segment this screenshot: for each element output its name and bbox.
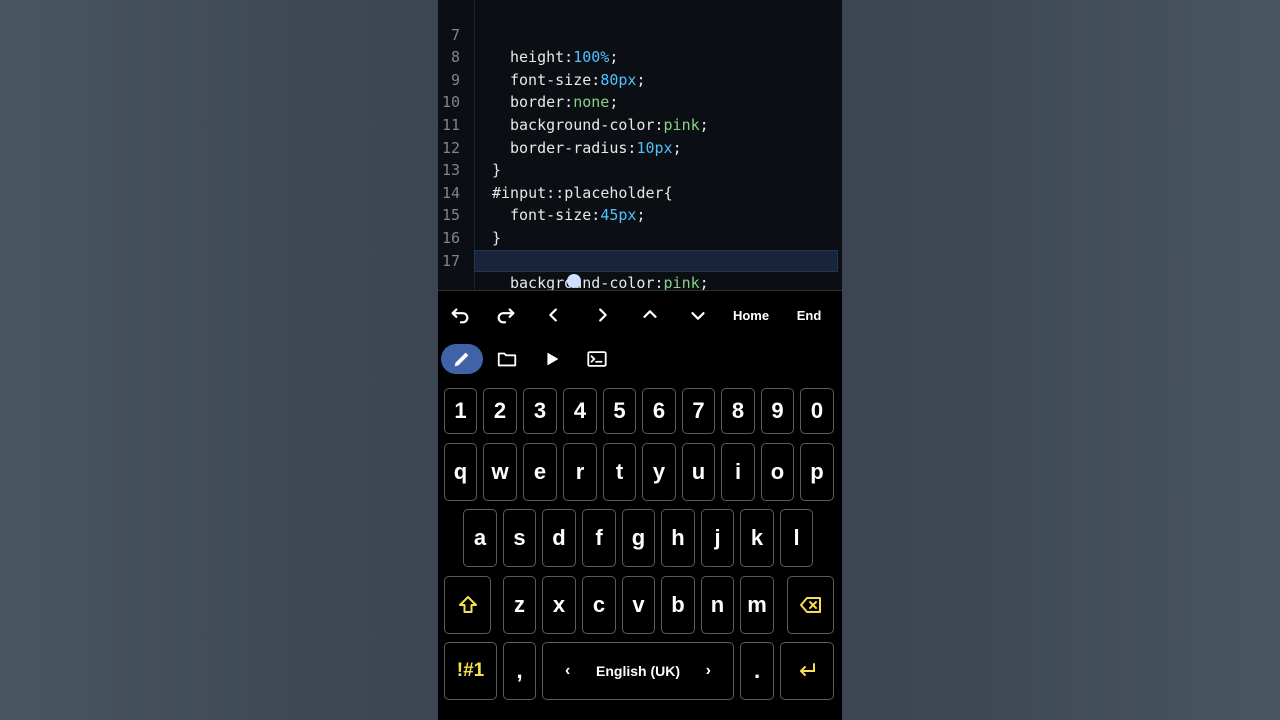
- key-k[interactable]: k: [740, 509, 774, 567]
- key-o[interactable]: o: [761, 443, 794, 501]
- end-button[interactable]: End: [780, 291, 838, 339]
- chevron-right-icon: [599, 308, 607, 322]
- key-6[interactable]: 6: [642, 388, 676, 434]
- chevron-up-icon: [643, 310, 657, 318]
- shift-key[interactable]: [444, 576, 491, 634]
- cursor-left-button[interactable]: [530, 291, 578, 339]
- key-t[interactable]: t: [603, 443, 636, 501]
- key-h[interactable]: h: [661, 509, 695, 567]
- navigation-toolbar: Home End: [438, 291, 842, 339]
- key-z[interactable]: z: [503, 576, 536, 634]
- key-8[interactable]: 8: [721, 388, 755, 434]
- files-button[interactable]: [493, 344, 521, 374]
- key-j[interactable]: j: [701, 509, 734, 567]
- language-prev-icon: ‹: [565, 662, 571, 679]
- enter-key[interactable]: [780, 642, 834, 700]
- language-next-icon: ›: [705, 662, 711, 679]
- key-y[interactable]: y: [642, 443, 676, 501]
- code-line[interactable]: 17 background-color:pink;: [438, 227, 842, 291]
- key-w[interactable]: w: [483, 443, 517, 501]
- key-c[interactable]: c: [582, 576, 616, 634]
- code-line[interactable]: 16 #text{: [438, 204, 842, 270]
- code-line[interactable]: 13 #input::placeholder{: [438, 137, 842, 202]
- redo-button[interactable]: [482, 291, 530, 339]
- terminal-icon: [587, 351, 607, 367]
- key-2[interactable]: 2: [483, 388, 517, 434]
- key-g[interactable]: g: [622, 509, 655, 567]
- code-line[interactable]: 14 font-size:45px;: [438, 159, 842, 225]
- key-7[interactable]: 7: [682, 388, 715, 434]
- play-icon: [547, 352, 559, 366]
- undo-button[interactable]: [438, 291, 482, 339]
- comma-key[interactable]: ,: [503, 642, 536, 700]
- key-v[interactable]: v: [622, 576, 655, 634]
- key-4[interactable]: 4: [563, 388, 597, 434]
- key-l[interactable]: l: [780, 509, 813, 567]
- key-p[interactable]: p: [800, 443, 834, 501]
- backspace-icon: [799, 597, 821, 613]
- key-m[interactable]: m: [740, 576, 774, 634]
- symbols-key[interactable]: !#1: [444, 642, 497, 700]
- key-i[interactable]: i: [721, 443, 755, 501]
- code-line[interactable]: 8 font-size:80px;: [438, 24, 842, 89]
- code-line[interactable]: 15 }: [438, 182, 842, 247]
- cursor-drag-handle[interactable]: [567, 274, 581, 288]
- code-line[interactable]: 12 }: [438, 114, 842, 180]
- key-u[interactable]: u: [682, 443, 715, 501]
- key-3[interactable]: 3: [523, 388, 557, 434]
- space-key[interactable]: ‹ English (UK) ›: [542, 642, 734, 700]
- key-e[interactable]: e: [523, 443, 557, 501]
- code-line-current[interactable]: 18 font-si: [438, 249, 842, 273]
- code-line[interactable]: 9 border:none;: [438, 46, 842, 112]
- key-b[interactable]: b: [661, 576, 695, 634]
- phone-screen: 7 height:100%; 8 font-size:80px; 9 borde…: [438, 0, 842, 720]
- cursor-right-button[interactable]: [578, 291, 626, 339]
- code-line[interactable]: 10 background-color:pink;: [438, 69, 842, 134]
- code-line[interactable]: 19 }: [438, 272, 842, 291]
- key-5[interactable]: 5: [603, 388, 636, 434]
- cursor-down-button[interactable]: [674, 291, 722, 339]
- folder-icon: [497, 352, 517, 367]
- pencil-icon: [454, 352, 469, 367]
- chevron-left-icon: [549, 308, 557, 322]
- key-x[interactable]: x: [542, 576, 576, 634]
- keyboard-toolbar: [438, 339, 842, 381]
- period-key[interactable]: .: [740, 642, 774, 700]
- code-line[interactable]: 11 border-radius:10px;: [438, 91, 842, 157]
- key-r[interactable]: r: [563, 443, 597, 501]
- key-1[interactable]: 1: [444, 388, 477, 434]
- run-button[interactable]: [539, 344, 565, 374]
- key-f[interactable]: f: [582, 509, 616, 567]
- undo-icon: [451, 308, 469, 324]
- backspace-key[interactable]: [787, 576, 834, 634]
- enter-icon: [800, 663, 815, 676]
- key-d[interactable]: d: [542, 509, 576, 567]
- space-language-label: English (UK): [596, 663, 680, 679]
- key-s[interactable]: s: [503, 509, 536, 567]
- current-line-highlight: [474, 249, 838, 273]
- cursor-up-button[interactable]: [626, 291, 674, 339]
- redo-icon: [497, 308, 515, 324]
- key-0[interactable]: 0: [800, 388, 834, 434]
- key-9[interactable]: 9: [761, 388, 794, 434]
- edit-mode-button[interactable]: [441, 344, 483, 374]
- chevron-down-icon: [691, 312, 705, 320]
- key-n[interactable]: n: [701, 576, 734, 634]
- code-line[interactable]: 7 height:100%;: [438, 1, 842, 67]
- code-editor[interactable]: 7 height:100%; 8 font-size:80px; 9 borde…: [438, 0, 842, 291]
- terminal-button[interactable]: [582, 344, 612, 374]
- home-button[interactable]: Home: [722, 291, 780, 339]
- key-q[interactable]: q: [444, 443, 477, 501]
- shift-icon: [458, 596, 477, 613]
- key-a[interactable]: a: [463, 509, 497, 567]
